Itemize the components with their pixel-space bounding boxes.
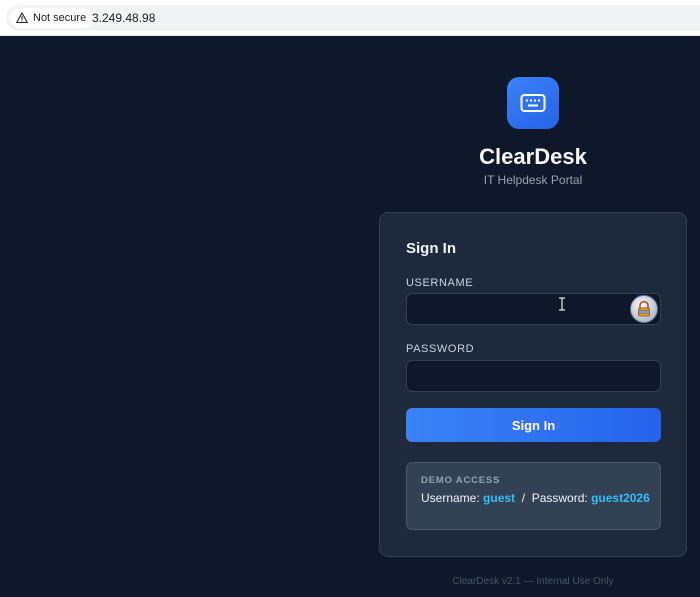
warning-icon	[16, 12, 28, 24]
app-subtitle: IT Helpdesk Portal	[483, 173, 583, 187]
demo-separator: / Password:	[515, 491, 592, 505]
sign-in-button[interactable]: Sign In	[406, 408, 661, 442]
security-label: Not secure	[33, 12, 87, 24]
app-logo	[507, 77, 559, 129]
security-indicator[interactable]: Not secure	[10, 8, 95, 28]
demo-username-prefix: Username:	[421, 491, 484, 505]
app-title: ClearDesk	[479, 144, 587, 169]
login-card: Sign In USERNAME PASSWORD Sign In DEMO A…	[379, 212, 687, 557]
demo-heading: DEMO ACCESS	[421, 475, 501, 486]
login-page: ClearDesk IT Helpdesk Portal Sign In USE…	[0, 36, 700, 597]
demo-username: guest	[483, 491, 516, 505]
password-input[interactable]	[406, 360, 661, 392]
text-cursor-icon	[559, 297, 565, 311]
username-label: USERNAME	[406, 277, 474, 289]
keyboard-icon	[520, 94, 546, 112]
username-input[interactable]	[406, 293, 661, 325]
login-heading: Sign In	[406, 240, 456, 257]
url-text[interactable]: 3.249.48.98	[92, 11, 155, 25]
demo-access-panel: DEMO ACCESS Username: guest / Password: …	[406, 462, 661, 530]
browser-toolbar: Not secure 3.249.48.98	[0, 0, 700, 36]
demo-password: guest2026	[591, 491, 650, 505]
password-manager-icon[interactable]	[630, 295, 658, 323]
lock-icon	[638, 300, 650, 317]
password-label: PASSWORD	[406, 343, 475, 355]
page-footer: ClearDesk v2.1 — Internal Use Only	[452, 576, 614, 587]
demo-credentials: Username: guest / Password: guest2026	[421, 491, 651, 506]
